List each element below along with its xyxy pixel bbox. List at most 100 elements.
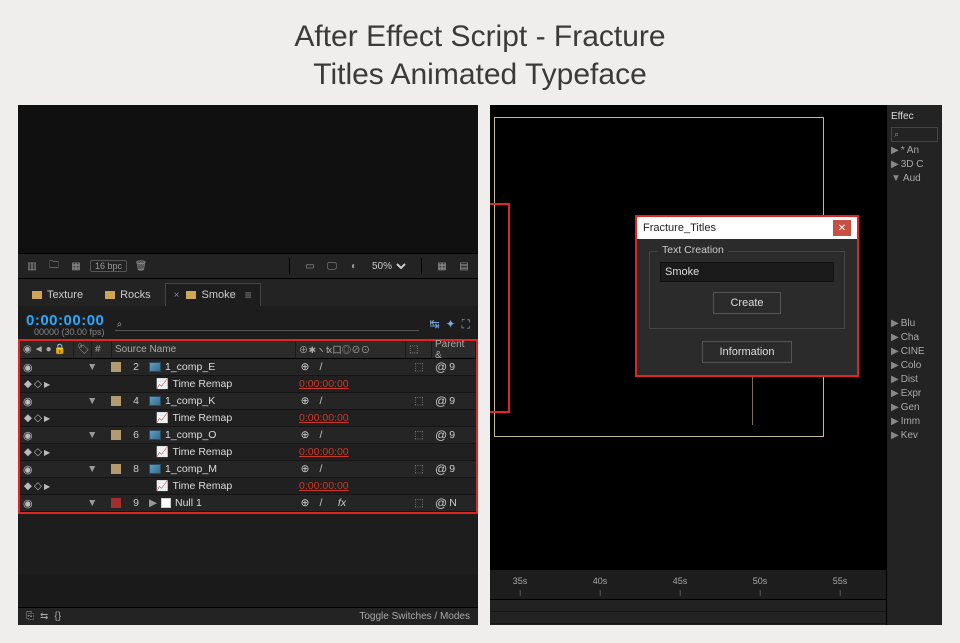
null-icon bbox=[161, 498, 171, 508]
time-ruler[interactable]: 35s40s45s50s55s bbox=[490, 569, 886, 599]
zoom-dropdown[interactable]: 50% bbox=[368, 260, 409, 273]
toggle-switches-button[interactable]: Toggle Switches / Modes bbox=[359, 611, 470, 622]
label-header-icon: 🏷 bbox=[77, 344, 90, 355]
comp-icon bbox=[149, 362, 161, 372]
ruler-tick: 35s bbox=[513, 576, 528, 586]
twirl-icon[interactable]: ▼ bbox=[87, 429, 95, 441]
pickwhip-icon[interactable]: @ bbox=[435, 428, 447, 442]
source-name-header[interactable]: Source Name bbox=[112, 341, 296, 358]
bpc-toggle[interactable]: 16 bpc bbox=[90, 260, 127, 272]
layer-row[interactable]: ◉▼61_comp_O⊕/⬚@9 bbox=[20, 427, 476, 444]
tab-menu-icon[interactable]: ≡ bbox=[245, 288, 252, 302]
ruler-tick: 50s bbox=[753, 576, 768, 586]
pickwhip-icon[interactable]: @ bbox=[435, 462, 447, 476]
layer-row[interactable]: ◉▼21_comp_E⊕/⬚@9 bbox=[20, 359, 476, 376]
twirl-icon[interactable]: ▼ bbox=[87, 395, 95, 407]
property-row[interactable]: ◆◇▶📈Time Remap0:00:00:00 bbox=[20, 478, 476, 495]
property-row[interactable]: ◆◇▶📈Time Remap0:00:00:00 bbox=[20, 376, 476, 393]
time-controls: 0:00:00:00 00000 (30.00 fps) ⌕ ↹ ✦ ⛶ bbox=[18, 306, 478, 339]
project-area: ▥ 🗀 ▦ 16 bpc 🗑 ▭ 🖵 ◐ 50% ▦ ▤ bbox=[18, 105, 478, 279]
ruler-tick: 40s bbox=[593, 576, 608, 586]
column-headers: ◉◄●🔒 🏷 # Source Name ⊕ ✱ ヽ fx 囗 ◎ ⊘ ⊙ ⬚ … bbox=[20, 341, 476, 359]
shy-icon[interactable]: ⛶ bbox=[462, 317, 470, 332]
viewer-panel: Effec ⌕ ▶* An ▶3D C ▼Aud ▶Blu ▶Cha ▶CINE… bbox=[490, 105, 942, 625]
3d-toggle[interactable]: ⬚ bbox=[414, 361, 424, 373]
effects-tab[interactable]: Effec bbox=[891, 109, 938, 124]
time-value[interactable]: 0:00:00:00 bbox=[299, 412, 349, 424]
effects-group: ▼Aud bbox=[891, 173, 938, 184]
comp-settings-icon[interactable]: ▦ bbox=[68, 259, 84, 273]
3d-toggle[interactable]: ⬚ bbox=[414, 497, 424, 509]
3d-toggle[interactable]: ⬚ bbox=[414, 463, 424, 475]
title-line-2: Titles Animated Typeface bbox=[313, 58, 647, 91]
comp-flowchart-icon[interactable]: ↹ bbox=[429, 317, 439, 332]
property-row[interactable]: ◆◇▶📈Time Remap0:00:00:00 bbox=[20, 410, 476, 427]
property-row[interactable]: ◆◇▶📈Time Remap0:00:00:00 bbox=[20, 444, 476, 461]
time-value[interactable]: 0:00:00:00 bbox=[299, 480, 349, 492]
layer-row[interactable]: ◉▼9▶Null 1⊕/ fx⬚@N bbox=[20, 495, 476, 512]
visibility-toggle[interactable]: ◉ bbox=[23, 395, 33, 408]
mask-icon[interactable]: ◐ bbox=[346, 259, 362, 273]
twirl-icon[interactable]: ▼ bbox=[87, 361, 95, 373]
information-button[interactable]: Information bbox=[702, 341, 791, 363]
grid-icon[interactable]: ▦ bbox=[434, 259, 450, 273]
project-toolbar: ▥ 🗀 ▦ 16 bpc 🗑 ▭ 🖵 ◐ 50% ▦ ▤ bbox=[18, 253, 478, 278]
time-value[interactable]: 0:00:00:00 bbox=[299, 446, 349, 458]
3d-toggle[interactable]: ⬚ bbox=[414, 429, 424, 441]
3d-header-icon: ⬚ bbox=[406, 341, 432, 358]
search-icon: ⌕ bbox=[117, 319, 123, 330]
graph-icon[interactable]: 📈 bbox=[156, 413, 168, 424]
parent-header[interactable]: Parent & bbox=[432, 341, 476, 358]
comp-icon bbox=[149, 430, 161, 440]
create-button[interactable]: Create bbox=[713, 292, 780, 314]
effects-group: ▶Blu bbox=[891, 318, 938, 329]
twirl-icon[interactable]: ▼ bbox=[87, 497, 95, 509]
draft3d-icon[interactable]: ✦ bbox=[446, 317, 456, 332]
layer-row[interactable]: ◉▼81_comp_M⊕/⬚@9 bbox=[20, 461, 476, 478]
guides-icon[interactable]: ▤ bbox=[456, 259, 472, 273]
effects-group: ▶Gen bbox=[891, 402, 938, 413]
link-icon[interactable]: ⎘ bbox=[26, 611, 34, 622]
layer-row[interactable]: ◉▼41_comp_K⊕/⬚@9 bbox=[20, 393, 476, 410]
toggle-icon[interactable]: ⇆ bbox=[40, 611, 48, 622]
pickwhip-icon[interactable]: @ bbox=[435, 360, 447, 374]
text-input[interactable] bbox=[660, 262, 834, 282]
graph-icon[interactable]: 📈 bbox=[156, 379, 168, 390]
twirl-icon[interactable]: ▼ bbox=[87, 463, 95, 475]
effects-group: ▶Expr bbox=[891, 388, 938, 399]
pickwhip-icon[interactable]: @ bbox=[435, 496, 447, 510]
graph-icon[interactable]: 📈 bbox=[156, 447, 168, 458]
dialog-titlebar[interactable]: Fracture_Titles ✕ bbox=[637, 217, 857, 239]
graph-icon[interactable]: 📈 bbox=[156, 481, 168, 492]
layer-search[interactable]: ⌕ bbox=[115, 319, 420, 331]
folder-icon[interactable]: 🗀 bbox=[46, 259, 62, 273]
visibility-toggle[interactable]: ◉ bbox=[23, 497, 33, 510]
tab-texture[interactable]: Texture bbox=[24, 285, 91, 305]
timeline-tabs: Texture Rocks ×Smoke≡ bbox=[18, 279, 478, 306]
flow-icon[interactable]: ▥ bbox=[24, 259, 40, 273]
ruler-tick: 55s bbox=[833, 576, 848, 586]
highlighted-layers: ◉◄●🔒 🏷 # Source Name ⊕ ✱ ヽ fx 囗 ◎ ⊘ ⊙ ⬚ … bbox=[18, 339, 478, 514]
tab-smoke[interactable]: ×Smoke≡ bbox=[165, 283, 261, 306]
3d-toggle[interactable]: ⬚ bbox=[414, 395, 424, 407]
trash-icon[interactable]: 🗑 bbox=[133, 259, 149, 273]
switches-header: ⊕ ✱ ヽ fx 囗 ◎ ⊘ ⊙ bbox=[296, 341, 406, 358]
selection-highlight bbox=[490, 203, 510, 413]
display-icon[interactable]: ▭ bbox=[302, 259, 318, 273]
page-title: After Effect Script - Fracture Titles An… bbox=[0, 0, 960, 105]
time-value[interactable]: 0:00:00:00 bbox=[299, 378, 349, 390]
brace-icon[interactable]: {} bbox=[54, 611, 61, 622]
visibility-toggle[interactable]: ◉ bbox=[23, 463, 33, 476]
timeline-footer: ⎘ ⇆ {} Toggle Switches / Modes bbox=[18, 607, 478, 625]
timeline-panel: ▥ 🗀 ▦ 16 bpc 🗑 ▭ 🖵 ◐ 50% ▦ ▤ Texture Roc… bbox=[18, 105, 478, 625]
index-header[interactable]: # bbox=[92, 341, 112, 358]
visibility-toggle[interactable]: ◉ bbox=[23, 429, 33, 442]
effects-search[interactable]: ⌕ bbox=[891, 127, 938, 142]
visibility-toggle[interactable]: ◉ bbox=[23, 361, 33, 374]
monitor-icon[interactable]: 🖵 bbox=[324, 259, 340, 273]
effects-group: ▶CINE bbox=[891, 346, 938, 357]
eye-header-icon: ◉ bbox=[23, 344, 32, 355]
close-button[interactable]: ✕ bbox=[833, 220, 851, 236]
tab-rocks[interactable]: Rocks bbox=[97, 285, 159, 305]
pickwhip-icon[interactable]: @ bbox=[435, 394, 447, 408]
